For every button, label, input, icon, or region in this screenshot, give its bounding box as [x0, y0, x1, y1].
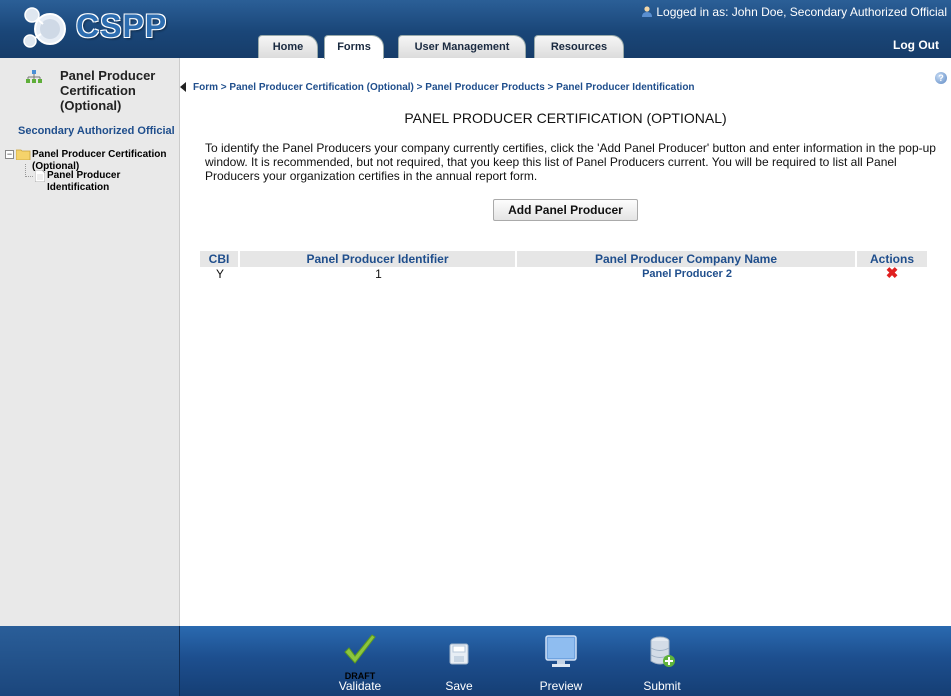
cell-cbi: Y — [215, 267, 224, 281]
page-title: PANEL PRODUCER CERTIFICATION (OPTIONAL) — [404, 110, 727, 126]
breadcrumb: Form > Panel Producer Certification (Opt… — [193, 82, 695, 93]
submit-label: Submit — [643, 679, 681, 693]
panel-producer-table: CBI Panel Producer Identifier Panel Prod… — [200, 251, 927, 281]
column-header-company-name[interactable]: Panel Producer Company Name — [517, 251, 857, 267]
submit-button[interactable]: Submit — [632, 634, 692, 694]
sidebar-role: Secondary Authorized Official — [18, 125, 175, 137]
database-add-icon — [650, 636, 675, 667]
sidebar-collapse-arrow-icon[interactable] — [180, 82, 186, 92]
column-header-identifier[interactable]: Panel Producer Identifier — [240, 251, 517, 267]
breadcrumb-panel-producer-certification[interactable]: Panel Producer Certification (Optional) — [229, 82, 413, 93]
sidebar-title: Panel Producer Certification (Optional) — [60, 68, 156, 113]
footer-left-panel — [0, 626, 180, 696]
logo-molecule-icon — [23, 7, 66, 48]
user-icon — [642, 6, 653, 17]
breadcrumb-panel-producer-identification: Panel Producer Identification — [556, 82, 695, 93]
checkmark-icon — [344, 634, 376, 664]
login-info-text: Logged in as: John Doe, Secondary Author… — [656, 5, 947, 19]
validate-label: Validate — [338, 679, 382, 693]
tab-forms[interactable]: Forms — [324, 35, 384, 59]
tab-resources[interactable]: Resources — [534, 35, 624, 58]
logout-link[interactable]: Log Out — [893, 38, 939, 52]
preview-label: Preview — [539, 679, 583, 693]
validate-button[interactable]: DRAFT Validate — [330, 634, 390, 694]
save-icon — [449, 643, 469, 665]
tree-collapse-toggle[interactable]: − — [5, 150, 14, 159]
tree-item-panel-producer-identification[interactable]: Panel Producer Identification — [47, 170, 147, 194]
tab-home[interactable]: Home — [258, 35, 318, 58]
logo-text: CSPP — [76, 8, 168, 44]
breadcrumb-separator: > — [220, 82, 227, 93]
breadcrumb-panel-producer-products[interactable]: Panel Producer Products — [425, 82, 544, 93]
monitor-icon — [545, 635, 577, 667]
sidebar: Panel Producer Certification (Optional) … — [0, 58, 180, 626]
breadcrumb-separator: > — [547, 82, 554, 93]
intro-text: To identify the Panel Producers your com… — [205, 141, 936, 183]
breadcrumb-form[interactable]: Form — [193, 82, 218, 93]
folder-icon — [16, 149, 31, 160]
table-row: Y 1 Panel Producer 2 ✖ — [200, 266, 927, 281]
cspp-logo[interactable]: CSPP — [18, 3, 166, 53]
document-icon — [35, 170, 45, 182]
cell-identifier: 1 — [375, 267, 382, 281]
add-panel-producer-button[interactable]: Add Panel Producer — [493, 199, 638, 221]
login-info: Logged in as: John Doe, Secondary Author… — [641, 5, 947, 19]
preview-button[interactable]: Preview — [531, 634, 591, 694]
tree-connector — [25, 164, 33, 177]
hierarchy-icon — [26, 70, 42, 83]
footer-bar: DRAFT Validate Save Preview Submit — [0, 626, 951, 696]
column-header-cbi[interactable]: CBI — [200, 251, 240, 267]
table-header-row: CBI Panel Producer Identifier Panel Prod… — [200, 251, 927, 267]
save-button[interactable]: Save — [429, 634, 489, 694]
delete-icon[interactable]: ✖ — [886, 266, 899, 281]
help-icon[interactable]: ? — [935, 72, 947, 84]
cell-actions: ✖ — [857, 266, 927, 281]
save-label: Save — [445, 679, 473, 693]
cell-company-name-link[interactable]: Panel Producer 2 — [517, 267, 857, 281]
breadcrumb-separator: > — [416, 82, 423, 93]
header-bar: CSPP Logged in as: John Doe, Secondary A… — [0, 0, 951, 59]
tab-user-management[interactable]: User Management — [398, 35, 526, 58]
